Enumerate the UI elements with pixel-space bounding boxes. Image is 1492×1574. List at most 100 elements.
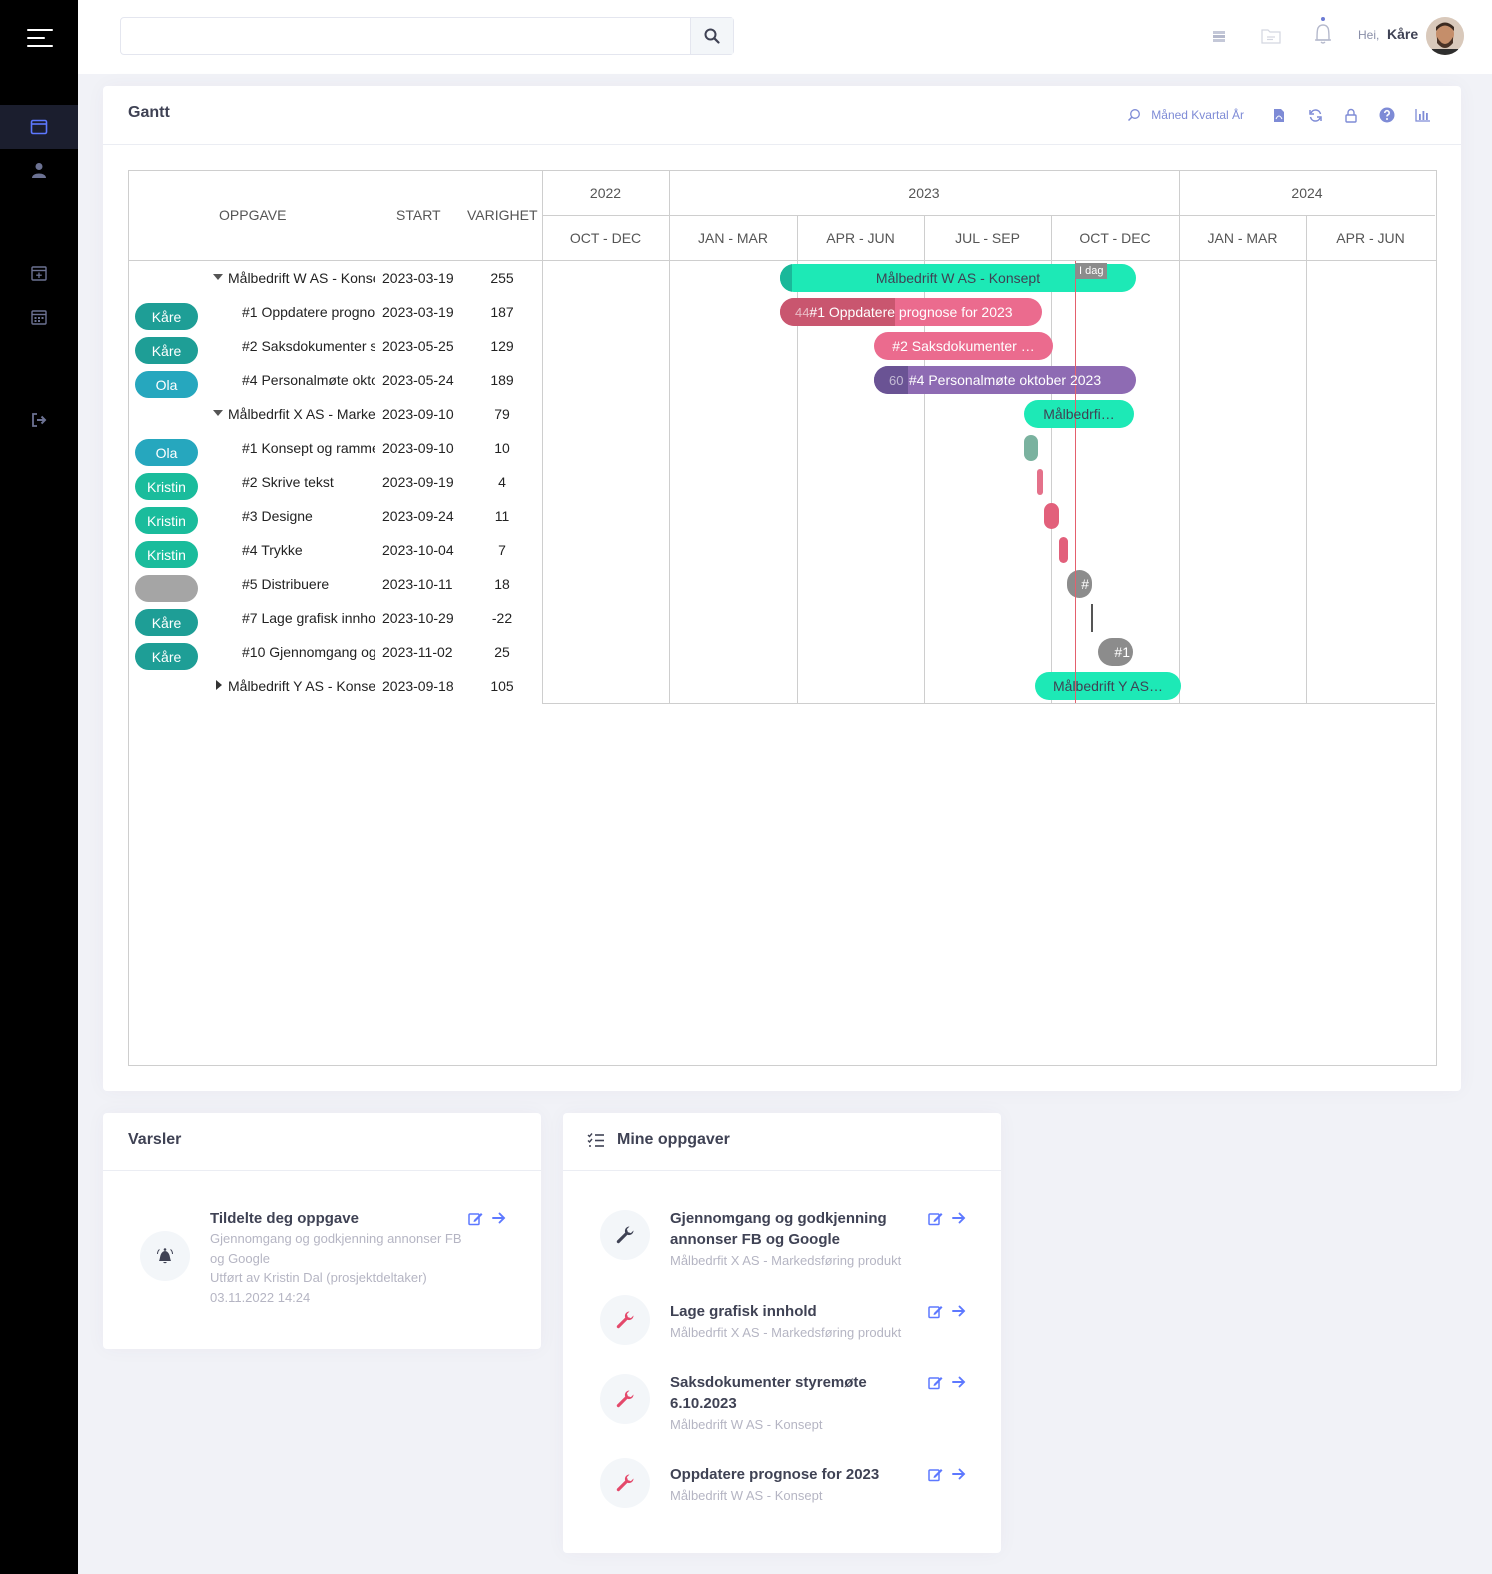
- task-name[interactable]: #2 Saksdokumenter styremøte 6.10.2023: [242, 338, 375, 354]
- gantt-bar[interactable]: #1: [1098, 638, 1133, 666]
- task-name[interactable]: #2 Skrive tekst: [242, 474, 375, 490]
- assignee-badge[interactable]: Kåre: [135, 303, 198, 330]
- table-row[interactable]: Ola #4 Personalmøte oktober 2023 2023-05-2…: [129, 363, 1436, 398]
- caret-right-icon[interactable]: [216, 680, 222, 690]
- sidebar-item-users[interactable]: [0, 148, 78, 192]
- table-row[interactable]: Kåre #10 Gjennomgang og godkjenning 2023-1…: [129, 635, 1436, 670]
- lock-icon[interactable]: [1343, 107, 1359, 123]
- assignee-badge[interactable]: Kristin: [135, 473, 198, 500]
- table-row[interactable]: Ola #1 Konsept og rammer 2023-09-10 10: [129, 431, 1436, 466]
- table-row[interactable]: #5 Distribuere 2023-10-11 18 #: [129, 567, 1436, 602]
- task-title[interactable]: Gjennomgang og godkjenning: [670, 1208, 887, 1229]
- gantt-bar[interactable]: [1059, 537, 1068, 563]
- task-name[interactable]: Målbedrift W AS - Konsept: [228, 270, 375, 286]
- sidebar-item-add-event[interactable]: [0, 251, 78, 295]
- task-title[interactable]: Lage grafisk innhold: [670, 1301, 817, 1322]
- task-name[interactable]: #1 Oppdatere prognose for 2023: [242, 304, 375, 320]
- bar-chart-icon[interactable]: [1415, 107, 1431, 123]
- column-header-start[interactable]: START: [396, 207, 441, 223]
- pdf-export-icon[interactable]: [1271, 107, 1287, 123]
- layers-button[interactable]: [1207, 24, 1231, 48]
- sidebar-item-calendar[interactable]: [0, 295, 78, 339]
- arrow-right-icon[interactable]: [951, 1303, 967, 1319]
- assignee-badge[interactable]: Kristin: [135, 541, 198, 568]
- gantt-bar[interactable]: 60 #4 Personalmøte oktober 2023: [874, 366, 1136, 394]
- bar-label: #1 Oppdatere prognose for 2023: [809, 304, 1013, 320]
- table-row[interactable]: Kristin #3 Designe 2023-09-24 11: [129, 499, 1436, 534]
- arrow-right-icon[interactable]: [951, 1466, 967, 1482]
- task-name[interactable]: Målbedrift Y AS - Konsept: [228, 678, 375, 694]
- arrow-right-icon[interactable]: [951, 1210, 967, 1226]
- caret-down-icon[interactable]: [213, 274, 223, 280]
- task-title[interactable]: Saksdokumenter styremøte: [670, 1372, 867, 1393]
- table-row[interactable]: Kristin #2 Skrive tekst 2023-09-19 4: [129, 465, 1436, 500]
- task-name[interactable]: #10 Gjennomgang og godkjenning: [242, 644, 375, 660]
- gantt-bar[interactable]: [1037, 469, 1043, 495]
- assignee-badge[interactable]: Kåre: [135, 643, 198, 670]
- edit-icon[interactable]: [927, 1374, 943, 1390]
- task-name[interactable]: #3 Designe: [242, 508, 375, 524]
- notification-title[interactable]: Tildelte deg oppgave: [210, 1208, 359, 1229]
- sidebar-item-gantt[interactable]: [0, 105, 78, 149]
- task-name[interactable]: #4 Trykke: [242, 542, 375, 558]
- task-duration: 7: [498, 542, 506, 558]
- gantt-card: Gantt Måned Kvartal År OPPGAVE START VAR…: [103, 86, 1461, 1091]
- assignee-badge[interactable]: Ola: [135, 371, 198, 398]
- avatar[interactable]: [1426, 17, 1464, 55]
- table-row[interactable]: Målbedrift W AS - Konsept 2023-03-19 255 Må…: [129, 261, 1436, 295]
- gantt-bar[interactable]: #2 Saksdokumenter …: [874, 332, 1053, 360]
- table-row[interactable]: Kåre #7 Lage grafisk innhold 2023-10-29 -22: [129, 601, 1436, 636]
- task-item-icon: [600, 1458, 650, 1508]
- help-icon[interactable]: [1379, 107, 1395, 123]
- assignee-badge[interactable]: Kristin: [135, 507, 198, 534]
- task-name[interactable]: #5 Distribuere: [242, 576, 375, 592]
- task-name[interactable]: Målbedrfit X AS - Markedsføring produkt: [228, 406, 375, 422]
- table-row[interactable]: Målbedrift Y AS - Konsept 2023-09-18 105 Må…: [129, 669, 1436, 703]
- table-row[interactable]: Kristin #4 Trykke 2023-10-04 7: [129, 533, 1436, 568]
- task-title-line2[interactable]: 6.10.2023: [670, 1393, 737, 1414]
- caret-down-icon[interactable]: [213, 410, 223, 416]
- assignee-badge[interactable]: Kåre: [135, 609, 198, 636]
- task-name[interactable]: #4 Personalmøte oktober 2023: [242, 372, 375, 388]
- table-row[interactable]: Kåre #2 Saksdokumenter styremøte 6.10.202…: [129, 329, 1436, 364]
- arrow-right-icon[interactable]: [491, 1210, 507, 1226]
- sidebar-item-logout[interactable]: [0, 398, 78, 442]
- task-duration: 79: [494, 406, 510, 422]
- table-row[interactable]: Målbedrfit X AS - Markedsføring produkt 2…: [129, 397, 1436, 431]
- gantt-bar[interactable]: Målbedrift Y AS…: [1035, 672, 1181, 700]
- edit-icon[interactable]: [927, 1210, 943, 1226]
- task-name[interactable]: #7 Lage grafisk innhold: [242, 610, 375, 626]
- task-start: 2023-10-29: [382, 610, 454, 626]
- zoom-search-icon[interactable]: [1126, 107, 1142, 123]
- user-name[interactable]: Kåre: [1387, 26, 1418, 42]
- notifications-button[interactable]: [1311, 14, 1335, 48]
- gantt-bar[interactable]: #: [1067, 570, 1092, 598]
- gantt-bar[interactable]: 44 #1 Oppdatere prognose for 2023: [780, 298, 1042, 326]
- assignee-badge[interactable]: Kåre: [135, 337, 198, 364]
- gantt-bar[interactable]: [1024, 435, 1038, 461]
- search-button[interactable]: [690, 18, 733, 54]
- task-title[interactable]: Oppdatere prognose for 2023: [670, 1464, 879, 1485]
- edit-icon[interactable]: [927, 1303, 943, 1319]
- table-row[interactable]: Kåre #1 Oppdatere prognose for 2023 2023-0…: [129, 295, 1436, 330]
- column-header-task[interactable]: OPPGAVE: [219, 207, 286, 223]
- calendar-plus-icon: [31, 266, 47, 281]
- edit-icon[interactable]: [467, 1210, 483, 1226]
- edit-icon[interactable]: [927, 1466, 943, 1482]
- gantt-title: Gantt: [128, 104, 170, 121]
- zoom-level-links[interactable]: Måned Kvartal År: [1151, 108, 1244, 122]
- assignee-badge[interactable]: [135, 575, 198, 602]
- assignee-badge[interactable]: Ola: [135, 439, 198, 466]
- top-header: Hei, Kåre: [78, 0, 1492, 74]
- files-button[interactable]: [1259, 24, 1283, 48]
- wrench-icon: [616, 1390, 634, 1408]
- gantt-bar[interactable]: [1044, 503, 1059, 529]
- menu-toggle-icon[interactable]: [27, 27, 53, 49]
- task-title-line2[interactable]: annonser FB og Google: [670, 1229, 840, 1250]
- task-name[interactable]: #1 Konsept og rammer: [242, 440, 375, 456]
- gantt-bar[interactable]: Målbedrfi…: [1024, 400, 1134, 428]
- column-header-duration[interactable]: VARIGHET: [467, 207, 538, 223]
- arrow-right-icon[interactable]: [951, 1374, 967, 1390]
- refresh-icon[interactable]: [1307, 107, 1323, 123]
- search-input[interactable]: [121, 18, 691, 54]
